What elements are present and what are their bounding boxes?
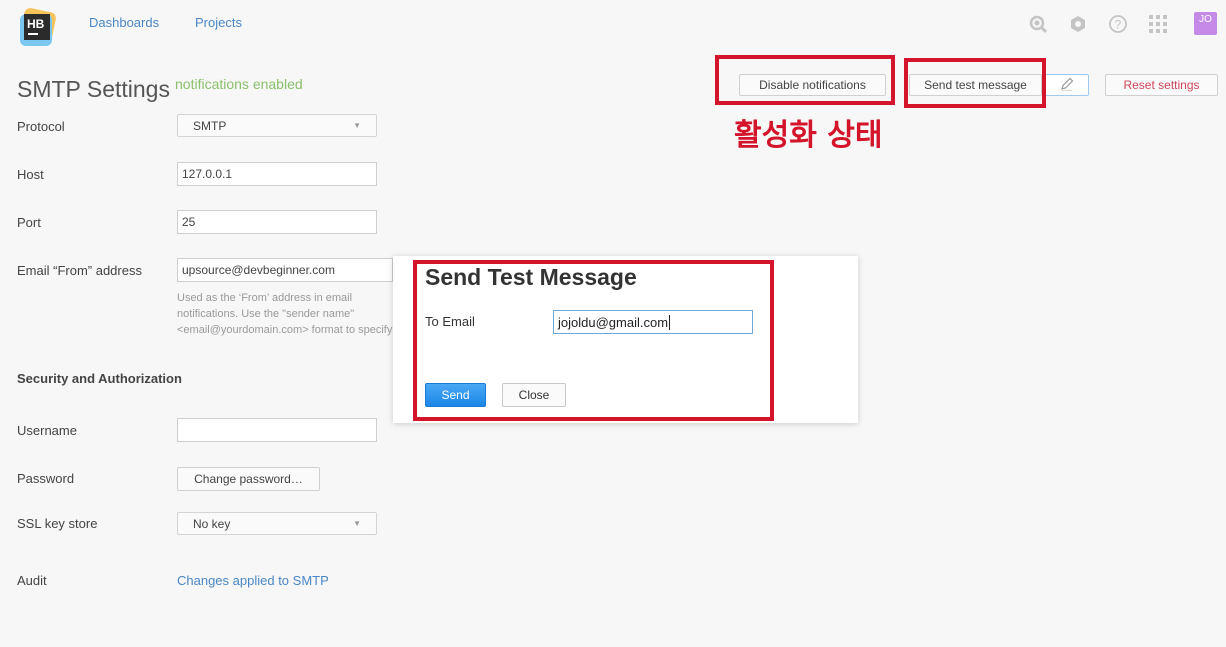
edit-button[interactable] xyxy=(1045,74,1089,96)
audit-label: Audit xyxy=(17,573,47,588)
security-section-title: Security and Authorization xyxy=(17,371,182,386)
host-input[interactable]: 127.0.0.1 xyxy=(177,162,377,186)
annotation-box-dialog xyxy=(413,260,774,421)
change-password-button[interactable]: Change password… xyxy=(177,467,320,491)
chevron-down-icon: ▼ xyxy=(353,519,361,528)
status-badge: notifications enabled xyxy=(175,76,303,92)
port-label: Port xyxy=(17,215,41,230)
from-address-input[interactable]: upsource@devbeginner.com xyxy=(177,258,393,282)
annotation-box-send-test xyxy=(904,58,1046,108)
ssl-key-store-select[interactable]: No key ▼ xyxy=(177,512,377,535)
pencil-icon xyxy=(1059,76,1075,95)
help-icon[interactable]: ? xyxy=(1108,14,1128,34)
annotation-label: 활성화 상태 xyxy=(734,118,883,153)
annotation-box-disable xyxy=(715,55,895,105)
protocol-value: SMTP xyxy=(193,118,227,133)
avatar[interactable]: JO xyxy=(1194,12,1217,35)
app-logo[interactable]: HB xyxy=(16,6,58,48)
reset-settings-button[interactable]: Reset settings xyxy=(1105,74,1218,96)
username-input[interactable] xyxy=(177,418,377,442)
from-address-hint: Used as the ‘From’ address in email noti… xyxy=(177,292,393,336)
nav-projects[interactable]: Projects xyxy=(195,15,242,30)
chevron-down-icon: ▼ xyxy=(353,121,361,130)
ssl-key-store-label: SSL key store xyxy=(17,516,98,531)
nav-dashboards[interactable]: Dashboards xyxy=(89,15,159,30)
protocol-label: Protocol xyxy=(17,119,65,134)
ssl-key-store-value: No key xyxy=(193,516,231,531)
settings-icon[interactable] xyxy=(1068,14,1088,34)
password-label: Password xyxy=(17,471,75,486)
audit-link[interactable]: Changes applied to SMTP xyxy=(177,573,329,588)
svg-text:?: ? xyxy=(1115,18,1122,32)
protocol-select[interactable]: SMTP ▼ xyxy=(177,114,377,137)
apps-grid-icon[interactable] xyxy=(1148,14,1168,34)
username-label: Username xyxy=(17,423,77,438)
host-label: Host xyxy=(17,167,44,182)
page-title: SMTP Settings xyxy=(17,76,170,102)
logo-text: HB xyxy=(27,17,45,31)
port-input[interactable]: 25 xyxy=(177,210,377,234)
search-icon[interactable] xyxy=(1028,14,1048,34)
from-address-label: Email “From” address xyxy=(17,263,142,278)
